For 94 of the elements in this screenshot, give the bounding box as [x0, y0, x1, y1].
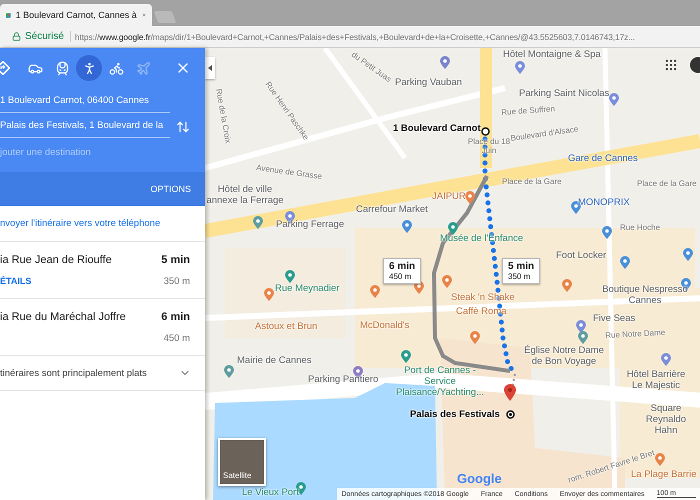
map-label: Parking Vauban — [395, 78, 462, 89]
options-button[interactable]: OPTIONS — [150, 184, 191, 194]
map-pin-icon[interactable] — [515, 61, 525, 74]
route-duration: 6 min — [161, 311, 190, 324]
map-pin-icon[interactable] — [578, 331, 588, 344]
map-label: JAIPUR — [432, 192, 466, 203]
map-pin-icon[interactable] — [448, 222, 458, 235]
map-pin-icon[interactable] — [285, 270, 295, 283]
map-pin-icon[interactable] — [401, 350, 411, 363]
map-label: Boulevard d'Alsace — [510, 124, 579, 144]
terrain-note: tinéraires sont principalement plats — [0, 368, 148, 378]
map-label: Port de Cannes - Service Plaisance/Yachting... — [394, 366, 485, 399]
map-label: Musée de l'Enfance — [440, 234, 524, 245]
map-pin-icon[interactable] — [253, 216, 263, 229]
map-pin-icon[interactable] — [655, 453, 665, 466]
map-pin-icon[interactable] — [470, 331, 480, 344]
map-label: Foot Locker — [556, 251, 606, 262]
map-label: du Petit Juas — [350, 50, 393, 84]
map-pin-icon[interactable] — [224, 365, 234, 378]
map-label: Palais des Festivals — [410, 410, 500, 421]
map-pin-icon[interactable] — [402, 220, 412, 233]
satellite-button[interactable]: Satellite — [218, 438, 266, 486]
map-pin-icon[interactable] — [264, 288, 274, 301]
map-label: Rue Notre Dame — [605, 328, 666, 340]
route-distance: 350 m — [164, 276, 190, 288]
travel-mode-button[interactable] — [76, 55, 102, 81]
map-pin-icon[interactable] — [683, 248, 693, 261]
map-pin-icon[interactable] — [661, 353, 671, 366]
map-label: Caffè Roma — [456, 307, 507, 318]
map-label: La Plage Barrie — [631, 470, 696, 481]
bicycle-icon — [108, 60, 124, 76]
send-to-phone-link[interactable]: nvoyer l'itinéraire vers votre téléphone — [0, 218, 160, 229]
address-bar[interactable]: Sécurisé https://www.google.fr/maps/dir/1+Boulevard+Carnot,+Cannes/Palais+des+Festivals,+Boulevard+de+la+Croisette,+Cannes/@43.5525603,7.0146743,17z... — [0, 26, 700, 48]
map-label: McDonald's — [360, 321, 410, 332]
map-pin-icon[interactable] — [370, 285, 380, 298]
map-pin-icon[interactable] — [442, 275, 452, 288]
map-pin-icon[interactable] — [562, 279, 572, 292]
map-label: Five Seas — [593, 314, 636, 325]
map-logo: Google — [457, 471, 502, 486]
callout-distance: 450 m — [389, 272, 412, 281]
map-label: Mairie de Cannes — [237, 356, 312, 367]
destination-pin-icon — [504, 384, 516, 401]
route-callout[interactable]: 6 min 450 m — [383, 258, 422, 284]
route-duration: 5 min — [161, 254, 190, 268]
map-pin-icon[interactable] — [465, 191, 475, 204]
collapse-panel-button[interactable] — [205, 57, 215, 79]
map-label: Parking Ferrage — [276, 220, 344, 231]
map-pin-icon[interactable] — [609, 93, 619, 106]
map-label: Rue de la Croix — [214, 88, 233, 144]
callout-duration: 5 min — [508, 261, 534, 272]
map-label: 1 Boulevard Carnot — [393, 124, 481, 135]
map-label: Place de la Gare — [637, 179, 697, 188]
map-label: Église Notre Dame de Bon Voyage — [523, 346, 605, 368]
destination-marker-icon — [506, 410, 515, 419]
tab-title: 1 Boulevard Carnot, Cannes à — [16, 10, 137, 20]
map-label: Parking Saint Nicolas — [519, 89, 610, 100]
map-pin-icon[interactable] — [620, 256, 630, 269]
map-label: Hôtel de ville annexe la Ferrage — [205, 185, 285, 207]
map-label: Rue Meynadier — [275, 284, 340, 295]
callout-duration: 6 min — [389, 261, 416, 272]
map-label: Le Vieux Port — [242, 488, 299, 499]
swap-button[interactable] — [176, 120, 190, 134]
details-link[interactable]: ÉTAILS — [0, 276, 162, 288]
map-label: Gare de Cannes — [568, 154, 638, 165]
route-distance: 450 m — [164, 332, 190, 345]
route-name: ia Rue Jean de Riouffe — [0, 254, 113, 268]
airplane-icon — [136, 60, 150, 76]
map-label: Carrefour Market — [356, 205, 428, 216]
route-name: ia Rue du Maréchal Joffre — [0, 311, 127, 324]
map-label: Hôtel Montaigne & Spa — [503, 50, 601, 61]
secure-label: Sécurisé — [25, 31, 71, 42]
train-icon — [54, 60, 70, 76]
add-destination-field[interactable]: jouter une destination — [0, 138, 170, 166]
browser-tab[interactable]: 1 Boulevard Carnot, Cannes à — [0, 4, 152, 26]
map-label: Rue de Suffren — [501, 104, 556, 118]
lock-icon — [12, 32, 21, 41]
map-label: Square Reynaldo Hahn — [644, 404, 688, 437]
map-label: Avenue de Grasse — [256, 163, 322, 182]
url-text: https://www.google.fr/maps/dir/1+Boulevard+Carnot,+Cannes/Palais+des+Festivals,+Boulevard+de+la+Croisette,+Cannes/@43.5525603,7.0146743,17z... — [74, 32, 635, 42]
map-pin-icon[interactable] — [440, 56, 450, 69]
route-callout[interactable]: 5 min 350 m — [502, 258, 540, 284]
swap-arrows-icon — [176, 120, 190, 134]
map-label: Astoux et Brun — [255, 322, 318, 333]
map-label: MONOPRIX — [578, 198, 630, 209]
map-label: Rue Hoche — [620, 223, 660, 232]
map-label: Boutique Nespresso Cannes — [601, 285, 689, 307]
map-label: Hôtel Barrière Le Majestic — [626, 370, 686, 392]
callout-distance: 350 m — [508, 272, 532, 281]
map-pin-icon[interactable] — [602, 226, 612, 239]
apps-grid-icon[interactable] — [664, 58, 678, 72]
directions-icon — [0, 61, 10, 75]
caret-icon — [208, 65, 212, 71]
map-label: Parking Pantiero — [308, 375, 378, 386]
origin-marker-icon — [480, 126, 490, 136]
